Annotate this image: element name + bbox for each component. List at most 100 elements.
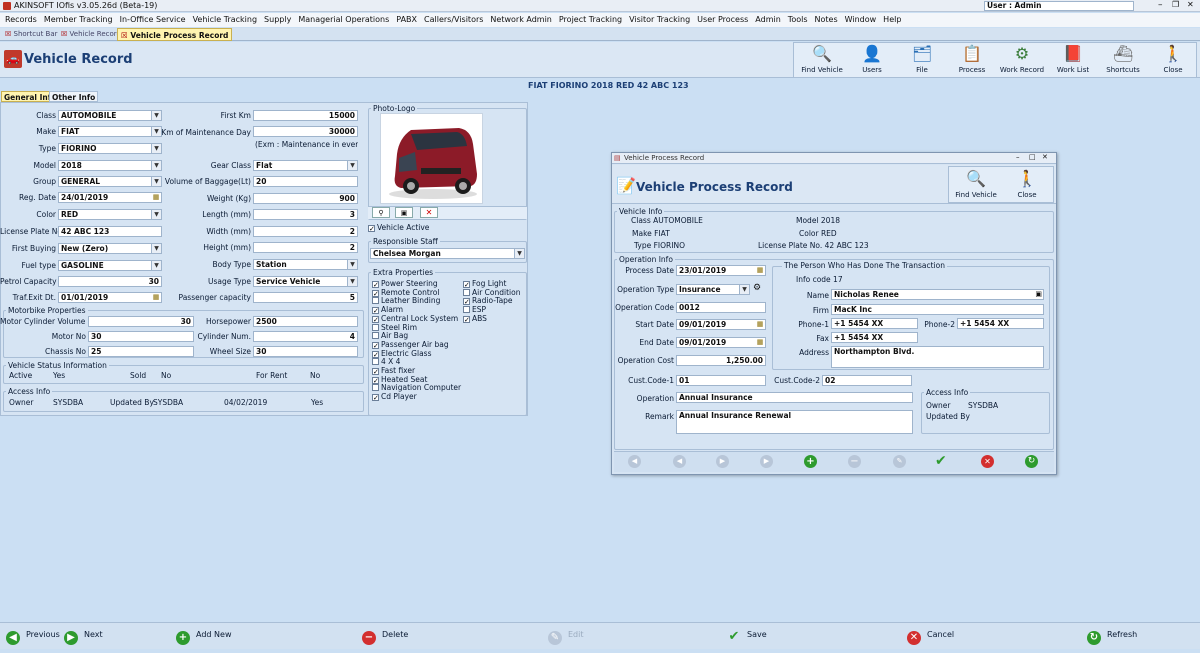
refresh-button[interactable]: ↻ Refresh [1087,623,1137,647]
edit-icon[interactable]: ✎ [893,455,906,468]
gear-class-select[interactable]: Flat ▼ [253,160,358,171]
baggage-field[interactable]: 20 [253,176,358,187]
first-km-field[interactable]: 15000 [253,110,358,121]
tab-vehicle-record[interactable]: ☒ Vehicle Record [58,29,124,40]
restore-button[interactable]: ❐ [1172,0,1179,9]
add-icon[interactable]: + [804,455,817,468]
remove-icon[interactable]: − [848,455,861,468]
extra-checkbox[interactable]: ✓ Fog Light [463,279,507,289]
shortcuts-button[interactable]: ⛴ Shortcuts [1096,42,1150,78]
usage-type-select[interactable]: Service Vehicle ▼ [253,276,358,287]
menu-item[interactable]: User Process [695,13,753,27]
dialog-close-button[interactable]: ✕ [1042,153,1048,161]
weight-field[interactable]: 900 [253,193,358,204]
maintenance-km-field[interactable]: 30000 [253,126,358,137]
extra-checkbox[interactable]: ✓ Central Lock System [372,314,458,323]
next-record-icon[interactable]: ▶ [716,455,729,468]
staff-select[interactable]: Chelsea Morgan ▼ [370,248,525,259]
save-button[interactable]: ✔ Save [727,623,767,647]
extra-checkbox[interactable]: Air Bag [372,331,408,340]
menu-item[interactable]: PABX [394,13,422,27]
first-record-icon[interactable]: ◀ [628,455,641,468]
make-select[interactable]: FIAT ▼ [58,126,162,137]
process-date-field[interactable]: 23/01/2019 ▦ [676,265,766,276]
extra-checkbox[interactable]: ✓ Radio-Tape [463,296,513,306]
close-button[interactable]: 🚶 Close [1146,42,1200,78]
operation-type-select[interactable]: Insurance ▼ [676,284,750,295]
first-buying-select[interactable]: New (Zero) ▼ [58,243,162,254]
confirm-icon[interactable]: ✔ [935,453,947,469]
operation-type-lookup-icon[interactable]: ⚙ [753,283,761,293]
previous-button[interactable]: ◀ Previous [6,623,60,647]
chevron-down-icon[interactable]: ▼ [347,161,357,170]
delete-photo-icon[interactable]: ✕ [420,207,438,218]
chevron-down-icon[interactable]: ▼ [514,249,524,258]
extra-checkbox[interactable]: ✓ Electric Glass [372,349,431,358]
address-field[interactable]: Northampton Blvd. [831,346,1044,368]
plate-field[interactable]: 42 ABC 123 [58,226,162,237]
camera-icon[interactable]: ⚲ [372,207,390,218]
cancel-icon[interactable]: ✕ [981,455,994,468]
refresh-icon[interactable]: ↻ [1025,455,1038,468]
remark-field[interactable]: Annual Insurance Renewal [676,410,913,434]
extra-checkbox[interactable]: ✓ Power Steering [372,279,438,289]
chevron-down-icon[interactable]: ▼ [739,285,749,294]
model-select[interactable]: 2018 ▼ [58,160,162,171]
name-field[interactable]: Nicholas Renee ▣ [831,289,1044,300]
fuel-type-select[interactable]: GASOLINE ▼ [58,260,162,271]
delete-button[interactable]: − Delete [362,623,408,647]
menu-item[interactable]: Window [843,13,882,27]
menu-item[interactable]: Help [881,13,906,27]
next-button[interactable]: ▶ Next [64,623,103,647]
reg-date-field[interactable]: 24/01/2019 ▦ [58,192,162,203]
edit-button[interactable]: ✎ Edit [548,623,584,647]
extra-checkbox[interactable]: Navigation Computer [372,383,461,392]
extra-checkbox[interactable]: ✓ Heated Seat [372,375,427,384]
start-date-field[interactable]: 09/01/2019 ▦ [676,319,766,330]
menu-item[interactable]: Supply [262,13,296,27]
work-record-button[interactable]: ⚙ Work Record [995,42,1049,78]
file-button[interactable]: 🗂 File [895,42,949,78]
exit-date-field[interactable]: 01/01/2019 ▦ [58,292,162,303]
calendar-icon[interactable]: ▦ [756,338,764,347]
calendar-icon[interactable]: ▦ [756,266,764,275]
close-icon[interactable]: ☒ [121,31,128,40]
menu-item[interactable]: Vehicle Tracking [191,13,262,27]
passenger-field[interactable]: 5 [253,292,358,303]
petrol-field[interactable]: 30 [58,276,162,287]
image-icon[interactable]: ▣ [395,207,413,218]
horsepower-field[interactable]: 2500 [253,316,358,327]
menu-item[interactable]: Notes [813,13,843,27]
firm-field[interactable]: MacK Inc [831,304,1044,315]
type-select[interactable]: FIORINO ▼ [58,143,162,154]
operation-cost-field[interactable]: 1,250.00 [676,355,766,366]
menu-item[interactable]: Member Tracking [42,13,118,27]
extra-checkbox[interactable]: ✓ Alarm [372,305,403,315]
minimize-button[interactable]: – [1158,0,1163,10]
extra-checkbox[interactable]: Steel Rim [372,323,417,332]
vehicle-active-checkbox[interactable]: ✓ Vehicle Active [368,223,429,233]
menu-item[interactable]: In-Office Service [118,13,191,27]
close-icon[interactable]: ☒ [5,30,11,38]
vehicle-photo[interactable] [380,113,483,204]
menu-item[interactable]: Network Admin [488,13,556,27]
extra-checkbox[interactable]: ✓ Cd Player [372,392,417,402]
extra-checkbox[interactable]: ✓ Remote Control [372,288,439,297]
extra-checkbox[interactable]: ESP [463,305,486,314]
cylinder-num-field[interactable]: 4 [253,331,358,342]
calendar-icon[interactable]: ▦ [152,193,160,202]
users-button[interactable]: 👤 Users [845,42,899,78]
dialog-minimize-button[interactable]: – [1016,153,1020,161]
prev-record-icon[interactable]: ◀ [673,455,686,468]
close-icon[interactable]: ☒ [61,30,67,38]
menu-item[interactable]: Visitor Tracking [627,13,695,27]
menu-item[interactable]: Managerial Operations [296,13,394,27]
cancel-button[interactable]: ✕ Cancel [907,623,954,647]
extra-checkbox[interactable]: Air Condition [463,288,520,297]
end-date-field[interactable]: 09/01/2019 ▦ [676,337,766,348]
cust-code1-field[interactable]: 01 [676,375,766,386]
menu-item[interactable]: Tools [786,13,813,27]
group-select[interactable]: GENERAL ▼ [58,176,162,187]
extra-checkbox[interactable]: ✓ ABS [463,314,487,323]
phone2-field[interactable]: +1 5454 XX [957,318,1044,329]
